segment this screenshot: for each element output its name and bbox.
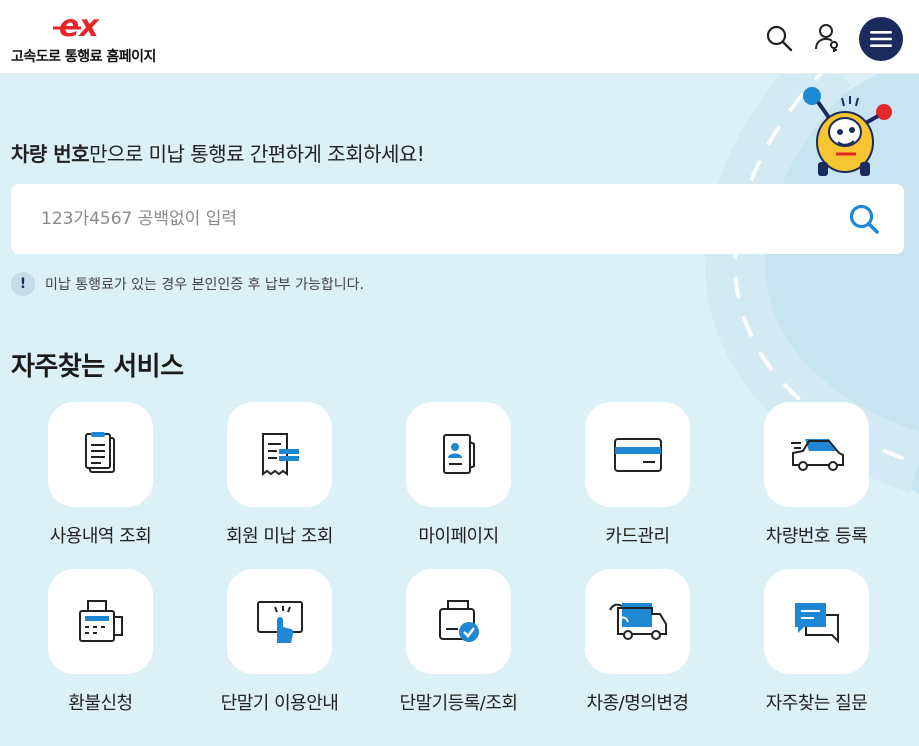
service-label: 마이페이지 bbox=[418, 526, 499, 547]
header-search-button[interactable] bbox=[761, 20, 797, 56]
service-terminal-guide[interactable]: 단말기 이용안내 bbox=[190, 569, 369, 729]
menu-button[interactable] bbox=[859, 17, 903, 61]
faq-chat-icon bbox=[794, 602, 839, 643]
refund-printer-icon bbox=[78, 599, 123, 642]
mascot-illustration bbox=[800, 84, 910, 184]
service-label: 카드관리 bbox=[605, 526, 670, 547]
search-icon bbox=[849, 204, 879, 234]
service-terminal-register[interactable]: 단말기등록/조회 bbox=[369, 569, 548, 729]
service-tile[interactable] bbox=[406, 569, 511, 674]
truck-change-icon bbox=[608, 602, 667, 640]
service-mypage[interactable]: 마이페이지 bbox=[369, 402, 548, 562]
car-register-icon bbox=[790, 438, 844, 471]
vehicle-search-button[interactable] bbox=[845, 200, 883, 238]
profile-card-icon bbox=[442, 433, 475, 474]
service-usage-history[interactable]: 사용내역 조회 bbox=[11, 402, 190, 562]
service-label: 회원 미납 조회 bbox=[226, 526, 333, 547]
service-tile[interactable] bbox=[406, 402, 511, 507]
notice: ! 미납 통행료가 있는 경우 본인인증 후 납부 가능합니다. bbox=[11, 271, 364, 297]
service-tile[interactable] bbox=[585, 569, 690, 674]
site-logo[interactable]: ex 고속도로 통행료 홈페이지 bbox=[11, 12, 181, 68]
service-card-manage[interactable]: 카드관리 bbox=[548, 402, 727, 562]
service-refund[interactable]: 환불신청 bbox=[11, 569, 190, 729]
service-tile[interactable] bbox=[227, 402, 332, 507]
search-icon bbox=[766, 25, 793, 52]
service-tile[interactable] bbox=[48, 402, 153, 507]
credit-card-icon bbox=[613, 437, 662, 472]
mascot-car-icon bbox=[803, 87, 892, 176]
services-title: 자주찾는 서비스 bbox=[11, 352, 184, 382]
receipt-icon bbox=[261, 432, 299, 476]
notice-text: 미납 통행료가 있는 경우 본인인증 후 납부 가능합니다. bbox=[45, 277, 364, 293]
touch-terminal-icon bbox=[256, 600, 303, 643]
service-vehicle-register[interactable]: 차량번호 등록 bbox=[727, 402, 906, 562]
service-label: 단말기등록/조회 bbox=[399, 693, 518, 714]
user-key-icon bbox=[815, 24, 838, 52]
header-login-button[interactable] bbox=[810, 20, 846, 56]
service-member-unpaid[interactable]: 회원 미납 조회 bbox=[190, 402, 369, 562]
hamburger-icon bbox=[870, 31, 892, 47]
vehicle-number-input[interactable] bbox=[41, 184, 821, 254]
service-faq[interactable]: 자주찾는 질문 bbox=[727, 569, 906, 729]
vehicle-search-box bbox=[11, 184, 904, 254]
intro-bold: 차량 번호 bbox=[11, 142, 90, 166]
service-tile[interactable] bbox=[585, 402, 690, 507]
header: ex 고속도로 통행료 홈페이지 bbox=[0, 0, 919, 74]
service-tile[interactable] bbox=[48, 569, 153, 674]
terminal-check-icon bbox=[438, 599, 479, 642]
service-tile[interactable] bbox=[764, 569, 869, 674]
intro-rest: 만으로 미납 통행료 간편하게 조회하세요! bbox=[89, 142, 425, 166]
service-label: 차종/명의변경 bbox=[586, 693, 689, 714]
ex-logo-icon: ex bbox=[53, 12, 100, 42]
site-title: 고속도로 통행료 홈페이지 bbox=[11, 49, 156, 65]
service-label: 자주찾는 질문 bbox=[765, 693, 868, 714]
service-label: 환불신청 bbox=[68, 693, 133, 714]
document-list-icon bbox=[84, 431, 115, 473]
intro-text: 차량 번호만으로 미납 통행료 간편하게 조회하세요! bbox=[11, 138, 425, 167]
service-vehicle-change[interactable]: 차종/명의변경 bbox=[548, 569, 727, 729]
service-label: 단말기 이용안내 bbox=[220, 693, 339, 714]
exclamation-icon: ! bbox=[11, 272, 35, 296]
service-label: 사용내역 조회 bbox=[49, 526, 152, 547]
service-tile[interactable] bbox=[227, 569, 332, 674]
service-tile[interactable] bbox=[764, 402, 869, 507]
service-label: 차량번호 등록 bbox=[765, 526, 868, 547]
